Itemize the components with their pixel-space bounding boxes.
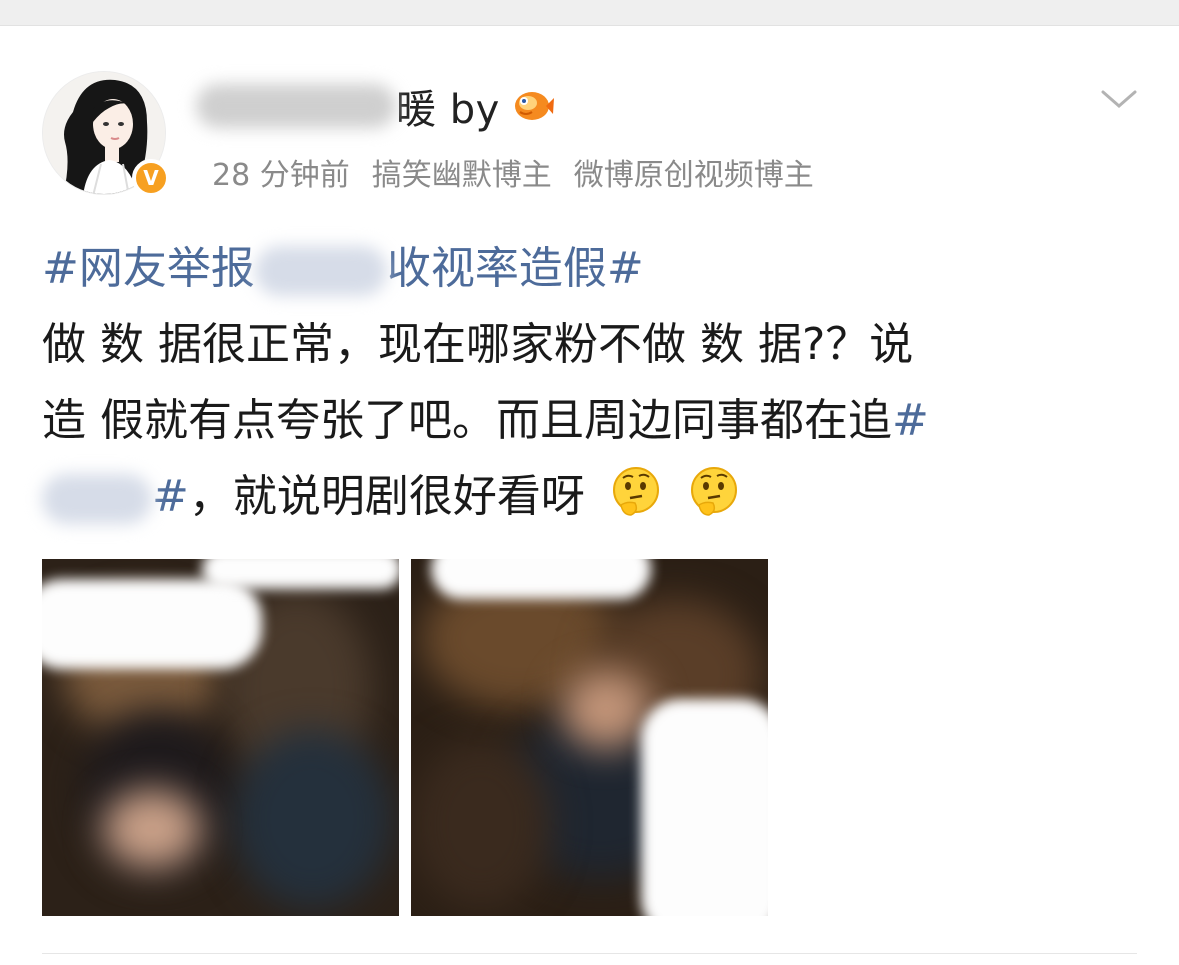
content-line-3-text: 造 假就有点夸张了吧。而且周边同事都在追 bbox=[42, 395, 892, 446]
photo-blur-region bbox=[102, 789, 202, 869]
thinking-face-icon-2 bbox=[690, 467, 737, 516]
topic-redaction bbox=[254, 246, 387, 296]
topic-text-end: 收视率造假# bbox=[386, 243, 644, 294]
photo-blur-region bbox=[232, 729, 392, 909]
avatar[interactable]: V bbox=[42, 71, 170, 199]
topic-hash-close[interactable]: # bbox=[152, 471, 189, 522]
username[interactable]: 暖 by bbox=[396, 77, 500, 135]
photo-blur-region bbox=[561, 669, 651, 749]
post-content: #网友举报 收视率造假# 做 数 据很正常，现在哪家粉不做 数 据?？说 造 假就… bbox=[42, 231, 1152, 535]
photo-redaction bbox=[431, 559, 651, 599]
verified-badge: V bbox=[132, 159, 170, 197]
chevron-down-icon[interactable] bbox=[1097, 84, 1141, 114]
weibo-post-card: V 暖 by 28 分钟前 搞笑幽默博主 微博原创视频博主 #网友举报 收视率造假… bbox=[0, 26, 1179, 965]
topic-hash-open[interactable]: # bbox=[892, 395, 929, 446]
topic-redaction-2 bbox=[42, 474, 152, 524]
photo-thumbnail-1[interactable] bbox=[42, 559, 399, 916]
photo-blur-region bbox=[411, 739, 551, 909]
photo-redaction bbox=[202, 559, 399, 589]
photo-redaction bbox=[42, 579, 262, 669]
top-separator bbox=[0, 0, 1179, 26]
content-line-4: #，就说明剧很好看呀 bbox=[42, 459, 1152, 535]
fish-icon bbox=[514, 92, 554, 120]
content-line-2: 做 数 据很正常，现在哪家粉不做 数 据?？说 bbox=[42, 319, 914, 370]
post-divider bbox=[42, 953, 1137, 954]
author-tag-video[interactable]: 微博原创视频博主 bbox=[574, 150, 814, 194]
author-tag-humor[interactable]: 搞笑幽默博主 bbox=[372, 150, 552, 194]
post-meta: 28 分钟前 搞笑幽默博主 微博原创视频博主 bbox=[212, 150, 814, 194]
photo-redaction bbox=[641, 699, 768, 916]
content-line-3: 造 假就有点夸张了吧。而且周边同事都在追# bbox=[42, 383, 1152, 459]
topic-line: #网友举报 收视率造假# bbox=[42, 231, 1152, 307]
content-line-4-text: ，就说明剧很好看呀 bbox=[188, 471, 585, 522]
post-time: 28 分钟前 bbox=[212, 158, 350, 193]
username-redaction bbox=[196, 84, 396, 128]
topic-text-start: #网友举报 bbox=[42, 243, 255, 294]
photo-thumbnail-2[interactable] bbox=[411, 559, 768, 916]
thinking-face-icon bbox=[612, 467, 659, 516]
topic-link[interactable]: #网友举报 收视率造假# bbox=[42, 243, 644, 296]
username-row[interactable]: 暖 by bbox=[196, 78, 554, 134]
